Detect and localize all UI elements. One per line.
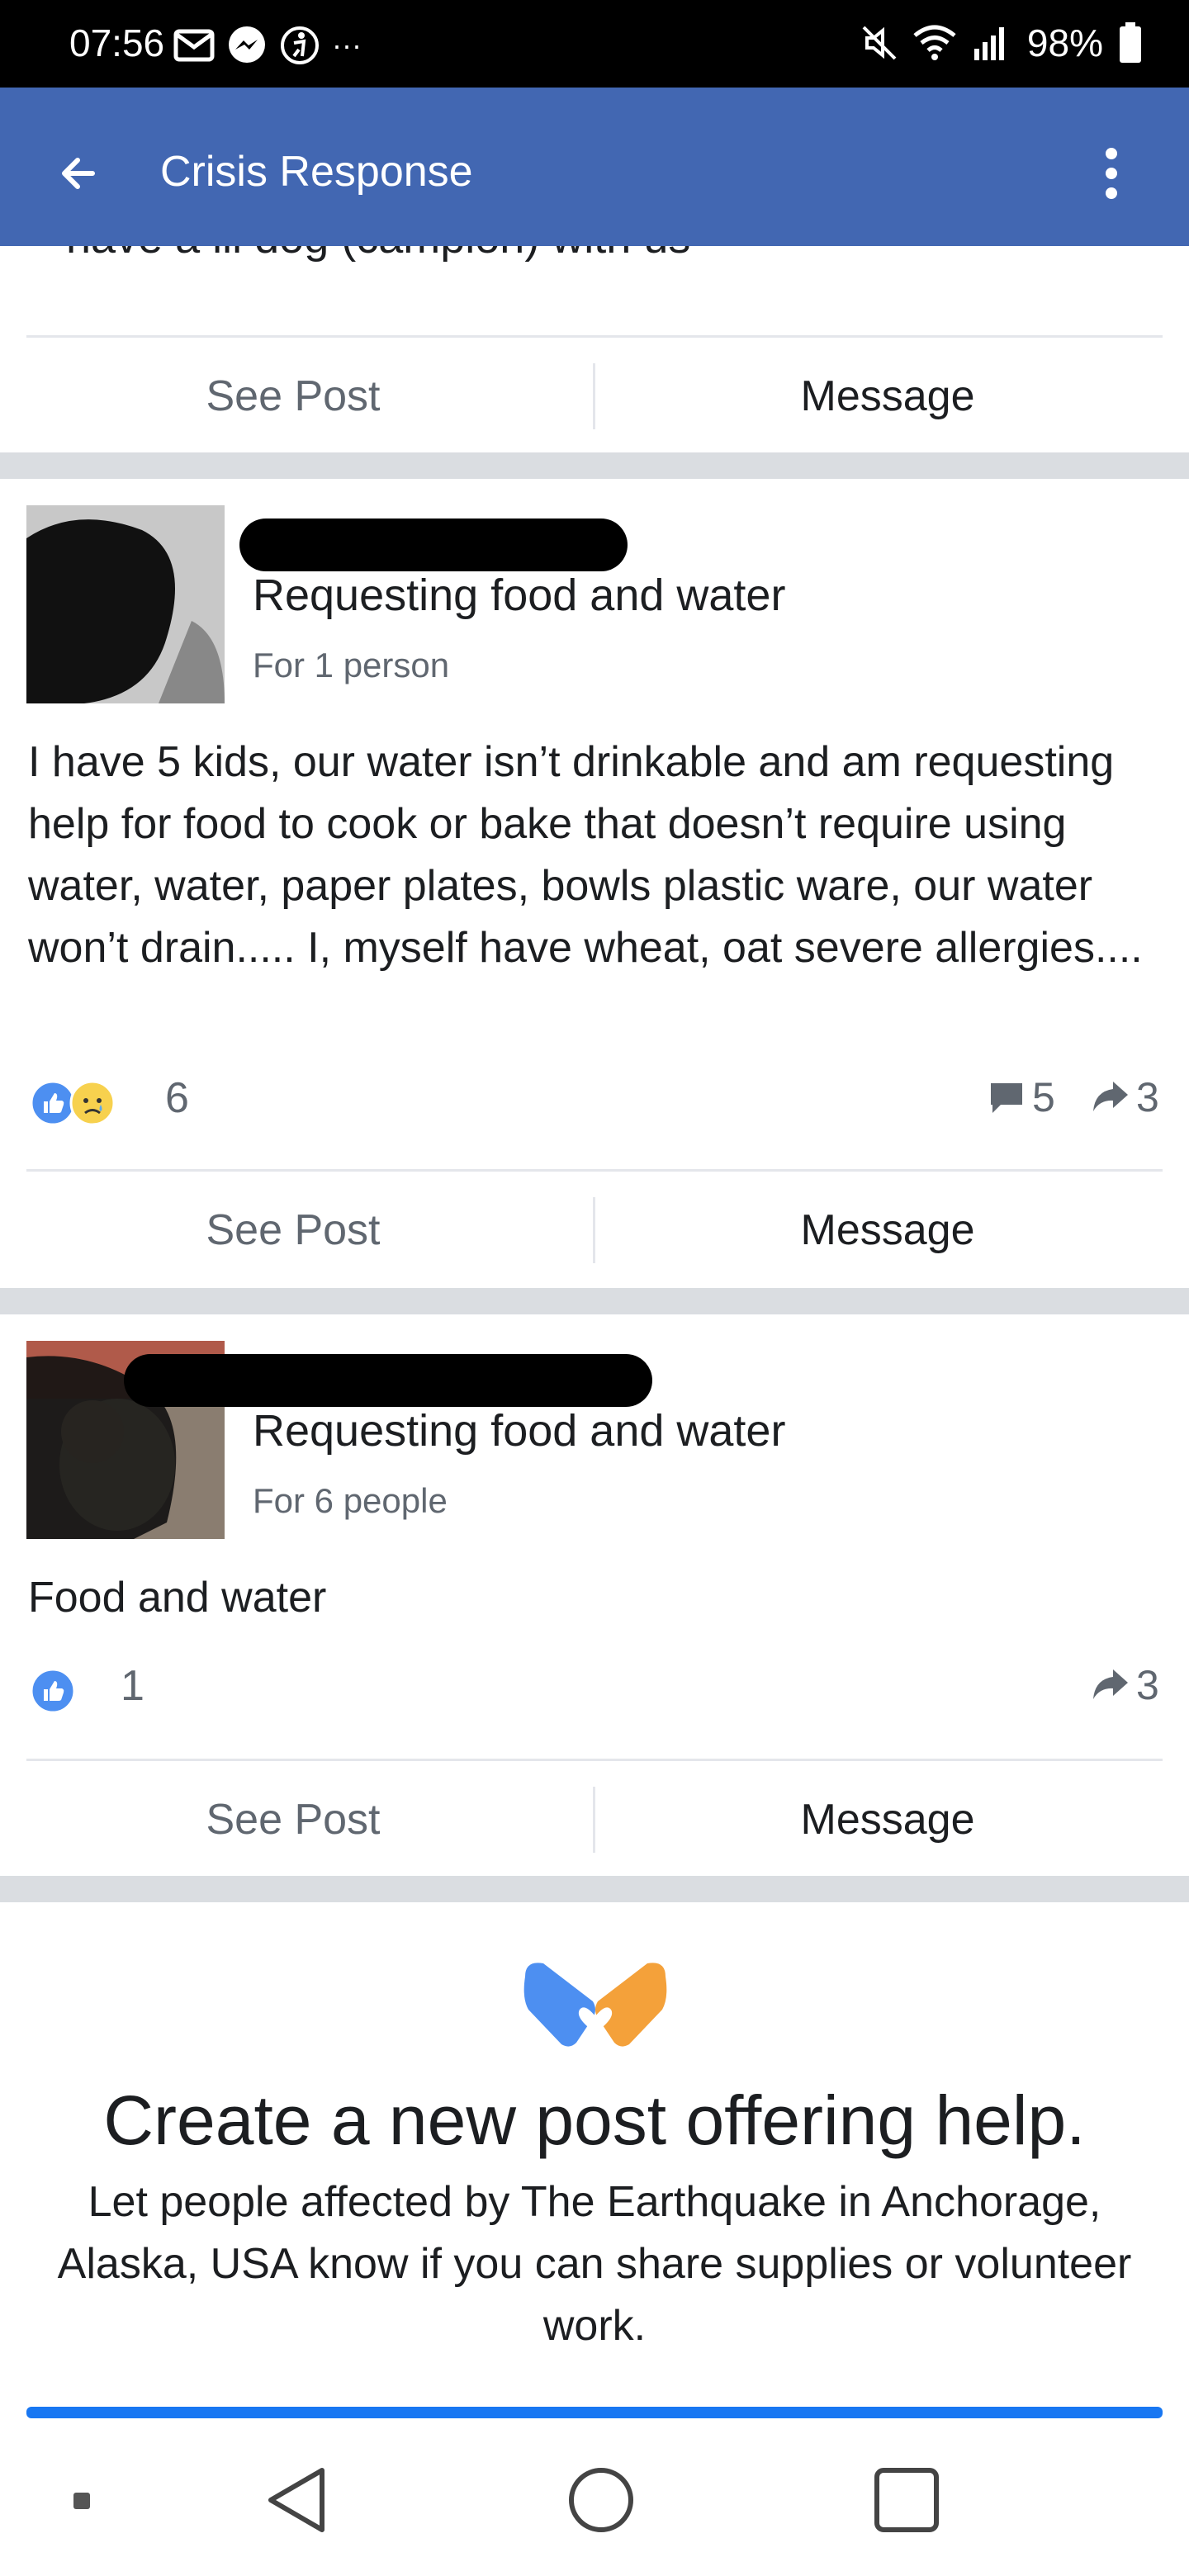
message-button[interactable]: Message <box>594 1172 1181 1288</box>
battery-icon <box>1120 22 1141 63</box>
status-bar: 07:56 ··· 98% <box>0 0 1189 88</box>
message-button[interactable]: Message <box>594 339 1181 454</box>
messenger-icon <box>229 26 265 63</box>
comment-icon <box>991 1083 1022 1113</box>
shares-number: 3 <box>1136 1074 1159 1120</box>
recents-dot-icon <box>73 2493 90 2509</box>
cut-off-area: have a lil dog (campion) with us <box>0 246 1189 271</box>
accessibility-icon <box>281 26 319 64</box>
see-post-button[interactable]: See Post <box>0 1172 586 1288</box>
section-divider <box>0 452 1189 479</box>
page-title: Crisis Response <box>160 148 473 196</box>
status-right: 98% <box>860 18 1143 68</box>
shares-count[interactable]: 3 <box>1090 1073 1159 1121</box>
shares-number: 3 <box>1136 1662 1159 1708</box>
back-nav-icon[interactable] <box>264 2465 330 2535</box>
back-button[interactable] <box>50 142 112 205</box>
cta-title: Create a new post offering help. <box>103 2081 1086 2159</box>
notification-icons: ··· <box>173 25 362 66</box>
post-subtitle: For 1 person <box>253 646 450 684</box>
more-notifications: ··· <box>332 28 362 62</box>
avatar[interactable] <box>26 505 225 703</box>
wifi-icon <box>913 25 956 60</box>
reactions-count: 1 <box>121 1662 144 1710</box>
more-options-button[interactable] <box>1087 142 1136 205</box>
sad-reaction-icon <box>69 1080 116 1126</box>
redacted-name <box>239 519 628 571</box>
avatar-image <box>26 505 225 703</box>
section-divider <box>0 1876 1189 1902</box>
see-post-button[interactable]: See Post <box>0 339 586 454</box>
app-bar: Crisis Response <box>0 88 1189 246</box>
helping-hands-icon <box>517 1952 674 2055</box>
divider-line <box>26 1759 1163 1761</box>
mail-icon <box>173 29 215 62</box>
post-actions: See Post Message <box>0 1762 1189 1878</box>
cut-off-text: have a lil dog (campion) with us <box>66 246 690 263</box>
comments-number: 5 <box>1032 1074 1055 1120</box>
post-body: Food and water <box>28 1574 327 1622</box>
overview-nav-icon[interactable] <box>872 2465 941 2535</box>
post-actions: See Post Message <box>0 1172 1189 1288</box>
post-title: Requesting food and water <box>253 571 786 620</box>
share-arrow-icon <box>1093 1669 1128 1699</box>
signal-icon <box>973 27 1004 60</box>
shares-count[interactable]: 3 <box>1090 1661 1159 1709</box>
redacted-name <box>124 1354 652 1407</box>
post-actions: See Post Message <box>0 339 1189 454</box>
divider-line <box>26 335 1163 338</box>
mute-icon <box>862 26 897 60</box>
battery-percent: 98% <box>1026 21 1103 64</box>
reactions[interactable] <box>30 1080 116 1126</box>
reactions[interactable] <box>30 1668 76 1714</box>
divider-line <box>26 1169 1163 1172</box>
reactions-count: 6 <box>165 1074 189 1122</box>
more-vertical-icon <box>1106 148 1117 199</box>
post-subtitle: For 6 people <box>253 1481 448 1520</box>
cta-description: Let people affected by The Earthquake in… <box>57 2178 1132 2350</box>
back-arrow-icon <box>62 158 95 189</box>
post-title: Requesting food and water <box>253 1406 786 1456</box>
home-nav-icon[interactable] <box>566 2465 636 2535</box>
see-post-button[interactable]: See Post <box>0 1762 586 1878</box>
share-arrow-icon <box>1093 1082 1128 1111</box>
post-body: I have 5 kids, our water isn’t drinkable… <box>28 738 1143 972</box>
system-nav-bar <box>0 2419 1189 2576</box>
comments-count[interactable]: 5 <box>988 1073 1055 1121</box>
post-card <box>26 505 225 703</box>
section-divider <box>0 1288 1189 1314</box>
status-time: 07:56 <box>69 21 165 64</box>
like-reaction-icon <box>30 1668 76 1714</box>
message-button[interactable]: Message <box>594 1762 1181 1878</box>
create-post-button[interactable] <box>26 2407 1163 2418</box>
